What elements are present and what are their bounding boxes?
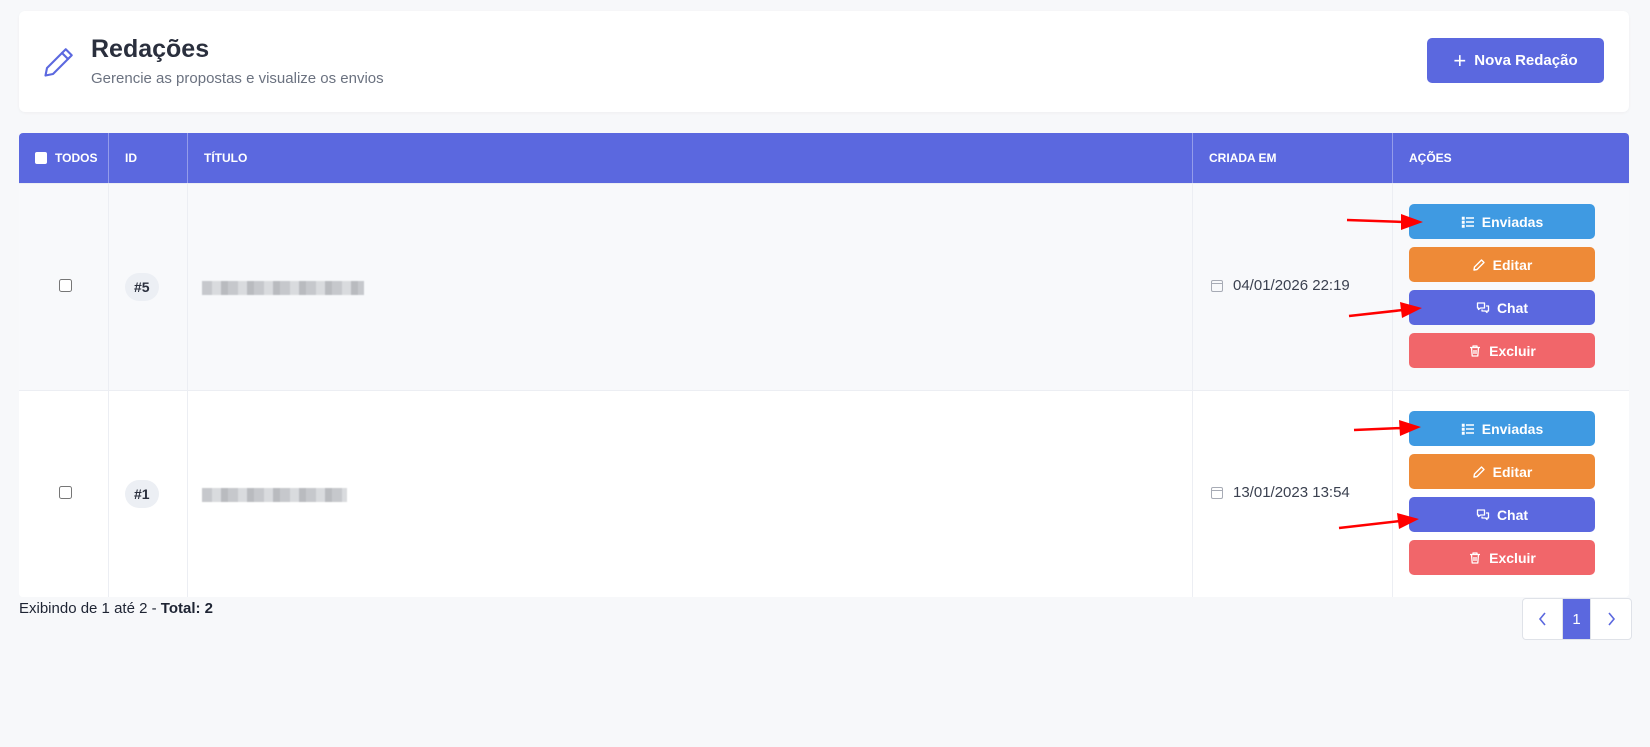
annotation-arrow <box>1348 308 1404 318</box>
annotation-arrow-head <box>1400 302 1422 318</box>
chevron-right-icon <box>1608 612 1616 626</box>
total-text: Total: 2 <box>160 600 213 617</box>
showing-text: Exibindo de 1 até 2 - <box>19 600 161 617</box>
next-page-button[interactable] <box>1591 599 1631 639</box>
annotation-arrow <box>1346 218 1405 224</box>
pagination: 1 <box>1522 598 1632 640</box>
page-button[interactable]: 1 <box>1563 599 1591 639</box>
chevron-left-icon <box>1538 612 1546 626</box>
annotation-arrows <box>1338 214 1423 530</box>
annotation-arrow <box>1353 426 1403 432</box>
annotation-arrow-head <box>1401 214 1423 230</box>
pagination-summary: Exibindo de 1 até 2 - Total: 2 <box>19 600 213 617</box>
annotation-arrow <box>1338 519 1401 530</box>
annotation-arrow-head <box>1397 513 1419 529</box>
annotation-arrow-head <box>1399 420 1421 436</box>
prev-page-button[interactable] <box>1523 599 1563 639</box>
